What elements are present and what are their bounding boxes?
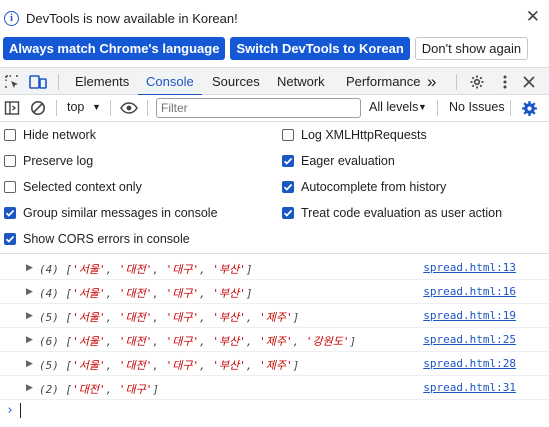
expand-arrow-icon[interactable]: ▶ [26, 262, 33, 273]
source-link[interactable]: spread.html:13 [423, 261, 516, 274]
checkbox-checked[interactable] [282, 181, 294, 193]
checkbox[interactable] [4, 129, 16, 141]
console-message[interactable]: ▶ (2) ['대전', '대구'] spread.html:31 [0, 376, 549, 400]
source-link[interactable]: spread.html:25 [423, 333, 516, 346]
setting-label: Selected context only [23, 180, 142, 194]
console-message[interactable]: ▶ (6) ['서울', '대전', '대구', '부산', '제주', '강원… [0, 328, 549, 352]
inspect-element-icon[interactable] [3, 73, 21, 91]
checkbox-checked[interactable] [282, 207, 294, 219]
source-link[interactable]: spread.html:31 [423, 381, 516, 394]
setting-label: Log XMLHttpRequests [301, 128, 427, 142]
array-preview[interactable]: (4) ['서울', '대전', '대구', '부산'] [39, 261, 253, 277]
language-infobar: i DevTools is now available in Korean! ✕… [0, 0, 549, 66]
source-link[interactable]: spread.html:19 [423, 309, 516, 322]
console-input-caret[interactable] [20, 403, 21, 418]
console-message[interactable]: ▶ (4) ['서울', '대전', '대구', '부산'] spread.ht… [0, 256, 549, 280]
context-dropdown-icon[interactable]: ▼ [92, 102, 101, 112]
tab-sources[interactable]: Sources [212, 68, 260, 95]
live-expression-eye-icon[interactable] [120, 99, 138, 117]
log-levels-dropdown[interactable]: All levels [369, 100, 418, 114]
checkbox-checked[interactable] [4, 233, 16, 245]
more-tabs-icon[interactable]: » [427, 68, 436, 95]
source-link[interactable]: spread.html:16 [423, 285, 516, 298]
tab-network[interactable]: Network [277, 68, 325, 95]
setting-label: Treat code evaluation as user action [301, 206, 503, 220]
more-options-icon[interactable] [496, 73, 514, 91]
tab-performance[interactable]: Performance [346, 68, 420, 95]
setting-log-xmlhttprequests[interactable]: Log XMLHttpRequests [282, 126, 427, 144]
console-settings-gear-icon[interactable] [520, 99, 538, 117]
console-message[interactable]: ▶ (4) ['서울', '대전', '대구', '부산'] spread.ht… [0, 280, 549, 304]
array-preview[interactable]: (5) ['서울', '대전', '대구', '부산', '제주'] [39, 357, 299, 373]
infobar-buttons: Always match Chrome's language Switch De… [3, 37, 529, 60]
setting-label: Show CORS errors in console [23, 232, 190, 246]
settings-gear-icon[interactable] [468, 73, 486, 91]
levels-dropdown-icon[interactable]: ▼ [418, 102, 427, 112]
tab-elements[interactable]: Elements [75, 68, 129, 95]
console-toolbar: top ▼ All levels ▼ No Issues [0, 95, 549, 122]
setting-label: Group similar messages in console [23, 206, 218, 220]
expand-arrow-icon[interactable]: ▶ [26, 382, 33, 393]
setting-preserve-log[interactable]: Preserve log [4, 152, 93, 170]
expand-arrow-icon[interactable]: ▶ [26, 286, 33, 297]
filter-input[interactable] [156, 98, 361, 118]
expand-arrow-icon[interactable]: ▶ [26, 310, 33, 321]
expand-arrow-icon[interactable]: ▶ [26, 334, 33, 345]
setting-eager-evaluation[interactable]: Eager evaluation [282, 152, 395, 170]
checkbox[interactable] [282, 129, 294, 141]
sidebar-toggle-icon[interactable] [3, 99, 21, 117]
close-devtools-icon[interactable] [520, 73, 538, 91]
setting-treat-code-evaluation[interactable]: Treat code evaluation as user action [282, 204, 502, 222]
context-selector[interactable]: top [67, 100, 84, 114]
setting-selected-context-only[interactable]: Selected context only [4, 178, 142, 196]
switch-to-korean-button[interactable]: Switch DevTools to Korean [230, 37, 410, 60]
always-match-language-button[interactable]: Always match Chrome's language [3, 37, 226, 60]
checkbox-checked[interactable] [282, 155, 294, 167]
array-preview[interactable]: (6) ['서울', '대전', '대구', '부산', '제주', '강원도'… [39, 333, 356, 349]
array-preview[interactable]: (5) ['서울', '대전', '대구', '부산', '제주'] [39, 309, 299, 325]
setting-hide-network[interactable]: Hide network [4, 126, 96, 144]
console-message[interactable]: ▶ (5) ['서울', '대전', '대구', '부산', '제주'] spr… [0, 304, 549, 328]
infobar-message-row: i DevTools is now available in Korean! [4, 9, 238, 27]
setting-autocomplete-history[interactable]: Autocomplete from history [282, 178, 446, 196]
infobar-message: DevTools is now available in Korean! [26, 10, 238, 26]
info-icon: i [4, 10, 19, 26]
source-link[interactable]: spread.html:28 [423, 357, 516, 370]
tab-console[interactable]: Console [138, 68, 202, 96]
devtools-tabbar: Elements Console Sources Network Perform… [0, 67, 549, 96]
console-settings-panel: Hide network Preserve log Selected conte… [0, 123, 549, 254]
dont-show-again-button[interactable]: Don't show again [414, 37, 529, 60]
console-prompt-icon: › [6, 403, 14, 418]
setting-label: Eager evaluation [301, 154, 395, 168]
setting-label: Preserve log [23, 154, 94, 168]
checkbox-checked[interactable] [4, 207, 16, 219]
setting-show-cors-errors[interactable]: Show CORS errors in console [4, 230, 190, 248]
setting-label: Autocomplete from history [301, 180, 447, 194]
array-preview[interactable]: (2) ['대전', '대구'] [39, 381, 159, 397]
issues-counter[interactable]: No Issues [449, 100, 505, 114]
close-icon[interactable]: ✕ [526, 8, 540, 26]
setting-label: Hide network [23, 128, 96, 142]
device-toolbar-icon[interactable] [29, 73, 47, 91]
array-preview[interactable]: (4) ['서울', '대전', '대구', '부산'] [39, 285, 253, 301]
checkbox[interactable] [4, 181, 16, 193]
checkbox[interactable] [4, 155, 16, 167]
clear-console-icon[interactable] [29, 99, 47, 117]
console-message[interactable]: ▶ (5) ['서울', '대전', '대구', '부산', '제주'] spr… [0, 352, 549, 376]
expand-arrow-icon[interactable]: ▶ [26, 358, 33, 369]
setting-group-similar[interactable]: Group similar messages in console [4, 204, 218, 222]
